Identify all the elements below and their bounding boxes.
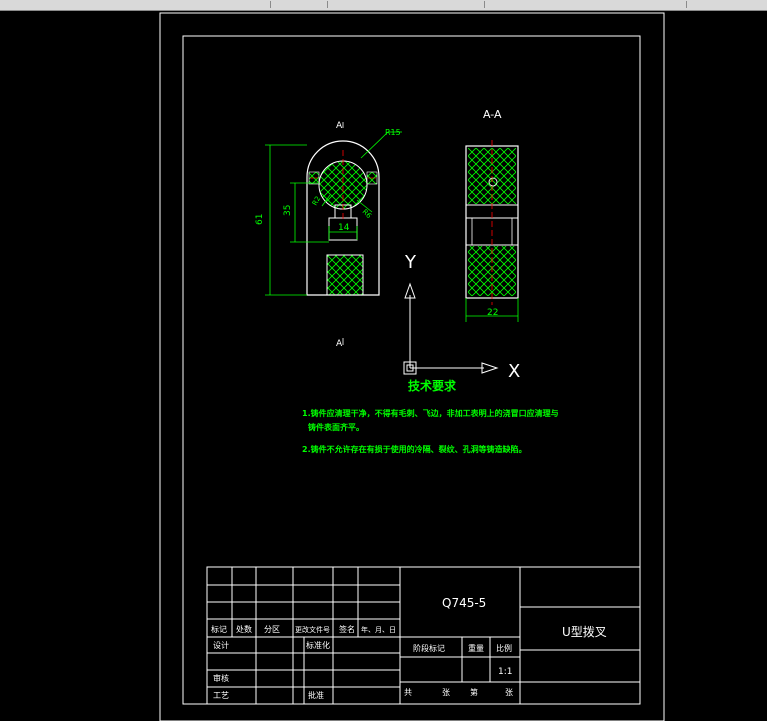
tb-process: 工艺 <box>213 691 229 700</box>
section-mark-top: A <box>336 121 343 131</box>
tech-req-title: 技术要求 <box>408 378 457 393</box>
tb-sheet-unit: 张 <box>442 688 450 697</box>
tb-header-1: 处数 <box>236 624 252 634</box>
toolbar-segment <box>0 1 271 8</box>
lower-section <box>326 254 364 296</box>
cad-drawing-canvas[interactable]: 61 35 14 R15 R2 R6 A A A-A 22 Y X 技术要求 1… <box>0 11 767 721</box>
tb-header-3: 更改文件号 <box>295 625 330 634</box>
tb-sheet-total: 共 <box>404 688 412 697</box>
ucs-y-label: Y <box>404 252 417 273</box>
tb-review: 审核 <box>213 673 229 683</box>
tb-approve: 批准 <box>308 690 324 700</box>
toolbar-segment <box>272 1 328 8</box>
tb-scale-label: 比例 <box>496 643 512 653</box>
tb-sheet-no: 第 <box>470 687 478 697</box>
tb-header-2: 分区 <box>264 625 280 634</box>
section-view <box>465 140 519 322</box>
front-dimensions <box>265 122 402 345</box>
dim-thickness: 22 <box>487 308 498 318</box>
tb-weight-label: 重量 <box>468 643 484 653</box>
tb-header-4: 签名 <box>339 624 355 634</box>
tb-sheet-unit2: 张 <box>505 688 513 697</box>
tech-req-line1: 1.铸件应清理干净，不得有毛刺、飞边，非加工表明上的浇冒口应清理与 <box>302 408 559 418</box>
toolbar-segment <box>486 1 687 8</box>
tech-req-line3: 2.铸件不允许存在有损于使用的冷隔、裂纹、孔洞等铸造缺陷。 <box>302 444 527 454</box>
ucs-x-label: X <box>508 361 520 382</box>
tb-header-0: 标记 <box>211 624 227 634</box>
tb-header-5: 年、月、日 <box>361 625 396 634</box>
toolbar-segment <box>329 1 485 8</box>
dim-small-radius-2: R6 <box>361 208 374 221</box>
dim-radius: R15 <box>385 128 401 137</box>
tb-part-name: U型拨叉 <box>562 625 607 639</box>
dim-total-height: 61 <box>255 214 265 225</box>
tb-material: Q745-5 <box>442 596 486 610</box>
dim-slot-width: 14 <box>338 223 350 233</box>
dim-small-radius-1: R2 <box>311 195 323 207</box>
tb-standardization: 标准化 <box>306 640 330 650</box>
paper-boundary <box>159 12 665 721</box>
tb-stage-label: 阶段标记 <box>413 643 445 653</box>
section-mark-bottom: A <box>336 339 343 349</box>
section-title: A-A <box>483 108 502 121</box>
drawing-frame <box>182 35 641 705</box>
window-toolbar-strip <box>0 0 767 11</box>
dim-inner-height: 35 <box>283 205 293 216</box>
tb-design: 设计 <box>213 640 229 650</box>
tech-req-line2: 铸件表面齐平。 <box>308 422 364 432</box>
tb-scale-value: 1:1 <box>498 667 512 677</box>
